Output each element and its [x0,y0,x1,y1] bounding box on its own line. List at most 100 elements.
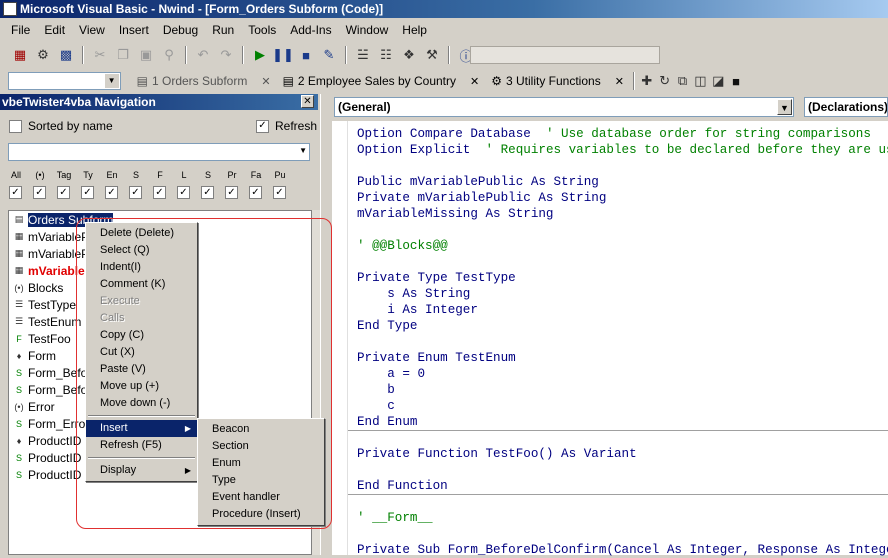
pane-left-icon[interactable]: ◫ [691,71,709,91]
menu-file[interactable]: File [4,20,37,40]
filter-checkbox[interactable]: ✓ [105,186,118,199]
save-icon[interactable]: ▩ [56,45,76,65]
filter-sub-icon[interactable]: S [126,170,146,180]
menu-help[interactable]: Help [395,20,434,40]
paste-icon[interactable]: ▣ [136,45,156,65]
menu-item-select[interactable]: Select (Q) [86,242,197,259]
break-icon[interactable]: ❚❚ [272,45,294,65]
sorted-checkbox[interactable] [9,119,22,133]
cut-icon[interactable]: ✂ [90,45,110,65]
menu-item-indent[interactable]: Indent(I) [86,259,197,276]
code-text: Private Enum TestEnum [357,351,516,365]
refresh-icon[interactable]: ↻ [656,71,674,91]
object-browser-icon[interactable]: ❖ [399,45,419,65]
menu-add-ins[interactable]: Add-Ins [283,20,338,40]
refresh-checkbox[interactable]: ✓ [256,119,269,133]
submenu-item-beacon[interactable]: Beacon [198,421,324,438]
menu-window[interactable]: Window [339,20,396,40]
filter-set-icon[interactable]: S [198,170,218,180]
chevron-down-icon[interactable]: ▼ [104,74,119,88]
filter-function-icon[interactable]: F [150,170,170,180]
undo-icon[interactable]: ↶ [193,45,213,65]
chevron-down-icon[interactable]: ▼ [777,99,792,115]
windows-icon[interactable]: ⧉ [674,71,692,91]
filter-checkbox[interactable]: ✓ [81,186,94,199]
menu-item-move-down[interactable]: Move down (-) [86,395,197,412]
filter-public-icon[interactable]: Pu [270,170,290,180]
menu-item-copy[interactable]: Copy (C) [86,327,197,344]
filter-friend-icon[interactable]: Fa [246,170,266,180]
menu-item-move-up[interactable]: Move up (+) [86,378,197,395]
run-icon[interactable]: ▶ [250,45,270,65]
filter-type-icon[interactable]: Ty [78,170,98,180]
menu-tools[interactable]: Tools [241,20,283,40]
menu-item-comment[interactable]: Comment (K) [86,276,197,293]
procedure-separator [348,430,888,431]
tab-employee-sales[interactable]: ▤ 2 Employee Sales by Country ✕ [277,71,486,91]
filter-checkbox[interactable]: ✓ [225,186,238,199]
find-icon[interactable]: ⚲ [159,45,179,65]
tab-orders-subform[interactable]: ▤ 1 Orders Subform ✕ [131,71,277,91]
search-input[interactable]: ▼ [8,143,310,161]
procedure-combo[interactable]: (Declarations) [804,97,888,117]
close-icon[interactable]: ✕ [470,75,479,88]
filter-checkbox[interactable]: ✓ [177,186,190,199]
design-mode-icon[interactable]: ✎ [319,45,339,65]
submenu-item-type[interactable]: Type [198,472,324,489]
filter-checkbox[interactable]: ✓ [33,186,46,199]
filter-all-icon[interactable]: All [6,170,26,180]
menu-debug[interactable]: Debug [156,20,205,40]
insert-module-icon[interactable]: ⚙ [33,45,53,65]
filter-beacon-icon[interactable]: (•) [30,170,50,180]
filter-enum-icon[interactable]: En [102,170,122,180]
reset-icon[interactable]: ■ [296,45,316,65]
refresh-option[interactable]: ✓ Refresh [256,119,317,133]
menu-item-refresh[interactable]: Refresh (F5) [86,437,197,454]
code-comment: ' __Form__ [357,511,433,525]
pane-right-icon[interactable]: ◪ [709,71,727,91]
menu-item-cut[interactable]: Cut (X) [86,344,197,361]
submenu-item-procedure[interactable]: Procedure (Insert) [198,506,324,523]
close-icon[interactable]: ✕ [301,95,314,108]
code-text: Private Function TestFoo() As Variant [357,447,637,461]
menu-run[interactable]: Run [205,20,241,40]
menu-edit[interactable]: Edit [37,20,72,40]
chevron-down-icon[interactable]: ▼ [299,146,307,155]
sorted-by-name[interactable]: Sorted by name [9,119,113,133]
menu-item-delete[interactable]: Delete (Delete) [86,225,197,242]
module-combo[interactable]: ▼ [8,72,121,90]
menu-item-display[interactable]: Display ▶ [86,462,197,479]
filter-checkbox[interactable]: ✓ [129,186,142,199]
variable-icon: ▦ [14,248,24,258]
filter-checkbox[interactable]: ✓ [9,186,22,199]
menu-insert[interactable]: Insert [112,20,156,40]
add-icon[interactable]: ✚ [638,71,656,91]
object-combo[interactable]: (General) ▼ [334,97,794,117]
stop-icon[interactable]: ■ [727,71,745,91]
filter-checkbox[interactable]: ✓ [153,186,166,199]
submenu-item-section[interactable]: Section [198,438,324,455]
filter-tag-icon[interactable]: Tag [54,170,74,180]
redo-icon[interactable]: ↷ [216,45,236,65]
submenu-item-event-handler[interactable]: Event handler [198,489,324,506]
submenu-item-enum[interactable]: Enum [198,455,324,472]
filter-checkbox[interactable]: ✓ [201,186,214,199]
close-icon[interactable]: ✕ [261,75,270,88]
toolbar-combo[interactable] [470,46,660,64]
tab-utility-functions[interactable]: ⚙ 3 Utility Functions ✕ [485,71,630,91]
close-icon[interactable]: ✕ [615,75,624,88]
project-explorer-icon[interactable]: ☱ [353,45,373,65]
properties-icon[interactable]: ☷ [376,45,396,65]
filter-private-icon[interactable]: Pr [222,170,242,180]
filter-checkbox[interactable]: ✓ [273,186,286,199]
menu-item-insert[interactable]: Insert ▶ [86,420,197,437]
filter-checkbox[interactable]: ✓ [57,186,70,199]
filter-let-icon[interactable]: L [174,170,194,180]
filter-checkbox[interactable]: ✓ [249,186,262,199]
access-icon[interactable]: ▦ [10,45,30,65]
copy-icon[interactable]: ❐ [113,45,133,65]
toolbox-icon[interactable]: ⚒ [422,45,442,65]
filter-checkboxes-row: ✓ ✓ ✓ ✓ ✓ ✓ ✓ ✓ ✓ ✓ ✓ ✓ [9,186,286,199]
menu-item-paste[interactable]: Paste (V) [86,361,197,378]
menu-view[interactable]: View [72,20,112,40]
